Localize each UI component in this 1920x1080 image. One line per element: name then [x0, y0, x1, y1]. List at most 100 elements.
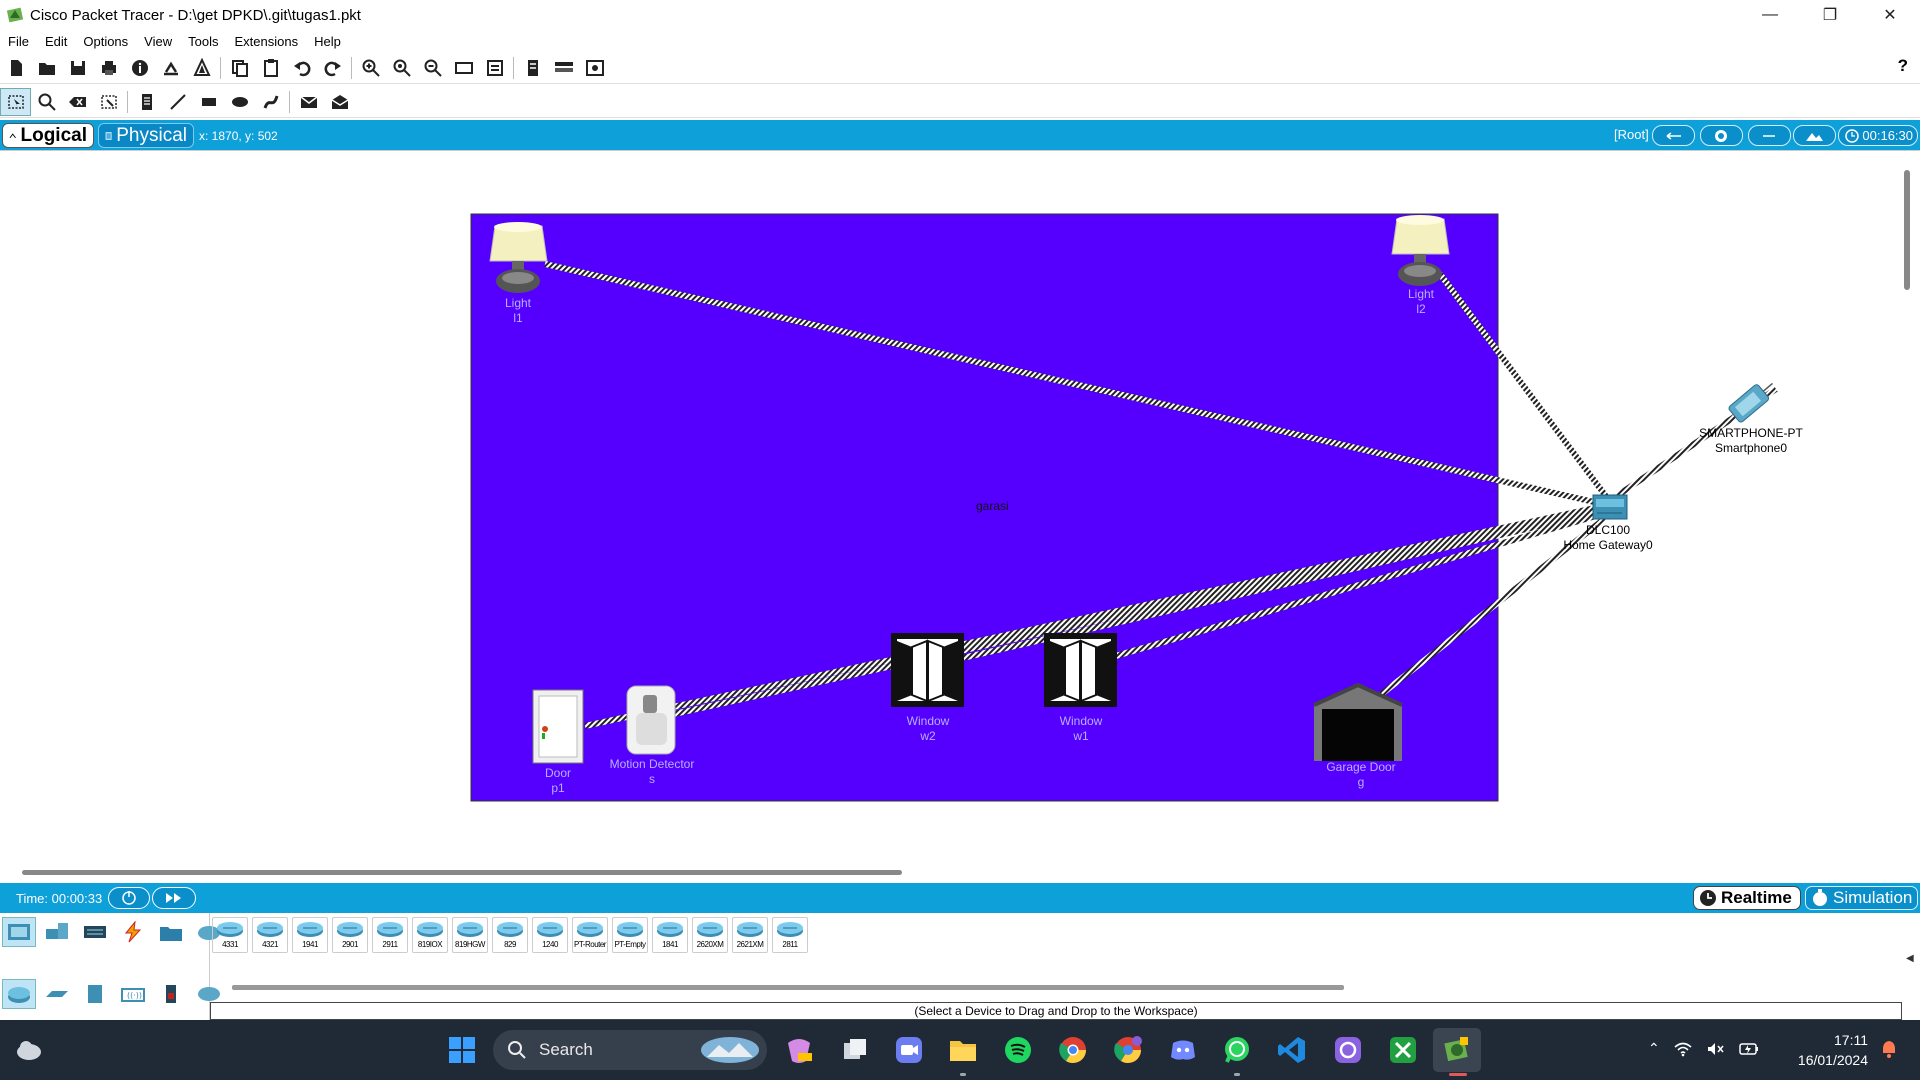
device-model-2811[interactable]: 2811	[772, 917, 808, 953]
fast-forward-time-button[interactable]	[152, 887, 196, 909]
switches-icon[interactable]	[40, 979, 74, 1009]
minimize-button[interactable]: —	[1740, 0, 1800, 30]
zoom-in-icon[interactable]	[355, 54, 386, 82]
proton-button[interactable]	[1330, 1032, 1366, 1068]
whatsapp-button[interactable]	[1219, 1032, 1255, 1068]
window-w2-device[interactable]	[891, 633, 964, 707]
device-model-2901[interactable]: 2901	[332, 917, 368, 953]
palette-scroll-left-arrow[interactable]: ◀	[1906, 953, 1914, 964]
packet-tracer-taskbar-button[interactable]	[1439, 1032, 1475, 1068]
menu-tools[interactable]: Tools	[180, 34, 226, 49]
new-cluster-button[interactable]	[1700, 125, 1743, 146]
security-icon[interactable]	[154, 979, 188, 1009]
power-cycle-devices-button[interactable]	[108, 887, 150, 909]
menu-extensions[interactable]: Extensions	[226, 34, 306, 49]
chevron-up-icon[interactable]: ⌃	[1648, 1040, 1660, 1057]
device-model-819hgw[interactable]: 819HGW	[452, 917, 488, 953]
move-object-button[interactable]	[1748, 125, 1791, 146]
zoom-out-icon[interactable]	[417, 54, 448, 82]
file-explorer-button[interactable]	[945, 1032, 981, 1068]
device-model-819iox[interactable]: 819IOX	[412, 917, 448, 953]
network-devices-icon[interactable]	[2, 917, 36, 947]
freeform-icon[interactable]	[255, 88, 286, 116]
hubs-icon[interactable]	[78, 979, 112, 1009]
realtime-mode-button[interactable]: Realtime	[1693, 886, 1801, 910]
copy-icon[interactable]	[224, 54, 255, 82]
help-button[interactable]: ?	[1898, 56, 1908, 76]
wifi-icon[interactable]	[1674, 1041, 1692, 1057]
cluster-icon[interactable]	[548, 54, 579, 82]
open-folder-icon[interactable]	[31, 54, 62, 82]
activity-wizard-icon[interactable]	[155, 54, 186, 82]
redo-icon[interactable]	[317, 54, 348, 82]
notification-bell-icon[interactable]	[1880, 1039, 1898, 1064]
light-l2-device[interactable]	[1391, 215, 1450, 286]
device-model-pt-empty[interactable]: PT-Empty	[612, 917, 648, 953]
connections-icon[interactable]	[116, 917, 150, 947]
pdu-list-icon[interactable]	[579, 54, 610, 82]
zoom-reset-icon[interactable]	[386, 54, 417, 82]
home-gateway-device[interactable]	[1592, 494, 1628, 520]
device-model-4321[interactable]: 4321	[252, 917, 288, 953]
menu-edit[interactable]: Edit	[37, 34, 75, 49]
task-view-button[interactable]	[837, 1032, 873, 1068]
device-model-4331[interactable]: 4331	[212, 917, 248, 953]
system-clock[interactable]: 17:11 16/01/2024	[1782, 1030, 1868, 1070]
device-model-1240[interactable]: 1240	[532, 917, 568, 953]
copilot-button[interactable]	[781, 1032, 817, 1068]
device-model-pt-router[interactable]: PT-Router	[572, 917, 608, 953]
device-model-1941[interactable]: 1941	[292, 917, 328, 953]
taskbar-search-box[interactable]: Search	[493, 1030, 767, 1070]
menu-view[interactable]: View	[136, 34, 180, 49]
paste-icon[interactable]	[255, 54, 286, 82]
menu-options[interactable]: Options	[75, 34, 136, 49]
components-icon[interactable]	[78, 917, 112, 947]
note-icon[interactable]	[131, 88, 162, 116]
undo-icon[interactable]	[286, 54, 317, 82]
miscellaneous-icon[interactable]	[154, 917, 188, 947]
menu-help[interactable]: Help	[306, 34, 349, 49]
weather-widget[interactable]	[14, 1038, 44, 1067]
device-model-2911[interactable]: 2911	[372, 917, 408, 953]
window-w1-device[interactable]	[1044, 633, 1117, 707]
viewport-icon[interactable]	[517, 54, 548, 82]
device-model-2620xm[interactable]: 2620XM	[692, 917, 728, 953]
ellipse-icon[interactable]	[224, 88, 255, 116]
select-icon[interactable]	[0, 87, 31, 116]
routers-icon[interactable]	[2, 979, 36, 1009]
zoom-app-button[interactable]	[891, 1032, 927, 1068]
workspace-vertical-scrollbar[interactable]	[1904, 170, 1910, 290]
inspect-icon[interactable]	[31, 88, 62, 116]
door-p1-device[interactable]	[532, 689, 584, 764]
delete-icon[interactable]	[62, 88, 93, 116]
device-model-1841[interactable]: 1841	[652, 917, 688, 953]
line-icon[interactable]	[162, 88, 193, 116]
info-icon[interactable]	[124, 54, 155, 82]
drawing-palette-icon[interactable]	[448, 54, 479, 82]
chrome-button[interactable]	[1055, 1032, 1091, 1068]
chrome-profile-button[interactable]	[1110, 1032, 1146, 1068]
light-l1-device[interactable]	[489, 222, 548, 293]
wireless-devices-icon[interactable]: ((·))	[116, 979, 150, 1009]
save-icon[interactable]	[62, 54, 93, 82]
new-file-icon[interactable]	[0, 54, 31, 82]
physical-workspace[interactable]: Light l1 Light l2 SMARTPHONE-PT Smartphone0…	[0, 150, 1920, 883]
workspace-horizontal-scrollbar[interactable]	[22, 870, 902, 875]
network-info-icon[interactable]	[186, 54, 217, 82]
restore-button[interactable]: ❐	[1800, 0, 1860, 30]
complex-pdu-icon[interactable]	[324, 88, 355, 116]
simulation-mode-button[interactable]: Simulation	[1805, 886, 1918, 910]
palette-horizontal-scrollbar[interactable]	[232, 985, 1344, 990]
viewport-clock[interactable]: 00:16:30	[1838, 125, 1918, 146]
vscode-button[interactable]	[1274, 1032, 1310, 1068]
battery-icon[interactable]	[1738, 1041, 1760, 1057]
xbox-button[interactable]	[1385, 1032, 1421, 1068]
simple-pdu-icon[interactable]	[293, 88, 324, 116]
spotify-button[interactable]	[1000, 1032, 1036, 1068]
custom-device-dialog-icon[interactable]	[479, 54, 510, 82]
device-model-2621xm[interactable]: 2621XM	[732, 917, 768, 953]
tab-logical[interactable]: Logical	[2, 123, 94, 148]
volume-muted-icon[interactable]	[1706, 1041, 1724, 1057]
smartphone-device[interactable]	[1728, 376, 1779, 423]
resize-icon[interactable]	[93, 88, 124, 116]
